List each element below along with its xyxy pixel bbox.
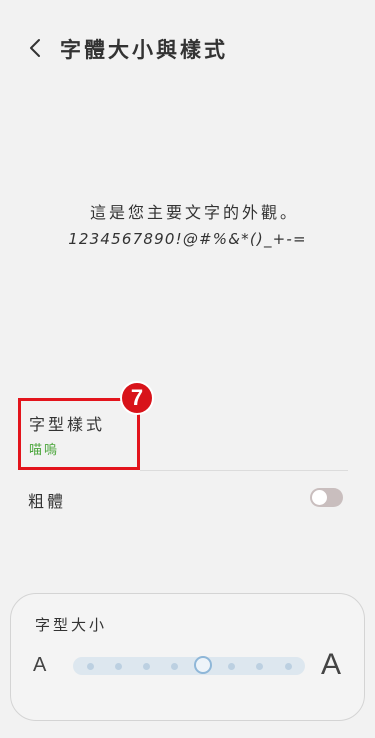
divider [140,470,348,471]
font-style-value: 喵嗚 [29,443,60,458]
toggle-knob [312,490,327,505]
small-font-icon: A [33,654,47,676]
slider-step-dot [227,663,235,670]
chevron-left-icon [30,39,40,57]
large-font-icon: A [321,648,342,681]
slider-step-dot [143,663,151,670]
back-button[interactable] [20,32,52,64]
font-size-label: 字型大小 [35,616,108,634]
font-preview: 這是您主要文字的外觀。 1234567890!@#%&*()_+-= [0,200,375,252]
slider-step-dot [284,663,292,670]
slider-thumb[interactable] [194,656,213,674]
font-size-card: 字型大小 A A [10,593,365,721]
bold-toggle[interactable] [310,488,343,507]
slider-step-dot [171,663,179,670]
preview-sentence: 這是您主要文字的外觀。 [89,203,299,222]
settings-screen: 字體大小與樣式 這是您主要文字的外觀。 1234567890!@#%&*()_+… [0,0,375,738]
bold-label: 粗體 [28,492,67,511]
font-style-label: 字型樣式 [29,415,106,434]
preview-characters: 1234567890!@#%&*()_+-= [68,230,307,248]
slider-step-dot [114,663,122,670]
header-bar: 字體大小與樣式 [0,28,375,68]
slider-step-dot [256,663,264,670]
font-size-slider[interactable] [73,656,305,675]
bold-setting[interactable]: 粗體 [0,478,375,518]
page-title: 字體大小與樣式 [60,38,228,62]
slider-step-dot [86,663,94,670]
font-style-setting[interactable]: 字型樣式 喵嗚 [18,398,140,470]
step-number-badge: 7 [120,381,154,415]
